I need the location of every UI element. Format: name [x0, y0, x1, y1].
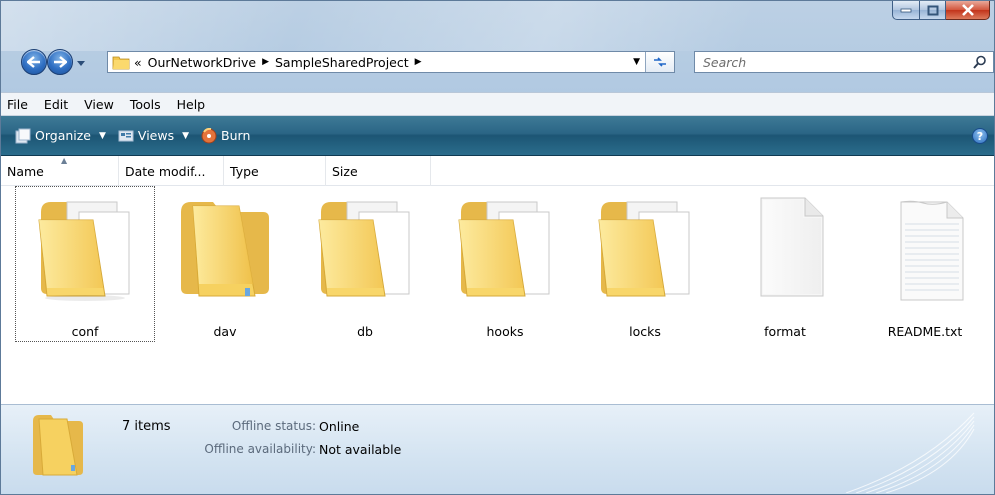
- views-icon: [118, 128, 134, 144]
- item-label: dav: [213, 324, 237, 339]
- explorer-window: « OurNetworkDrive ▶ SampleSharedProject …: [0, 0, 995, 495]
- column-size[interactable]: Size: [326, 156, 431, 186]
- caption-buttons: [892, 1, 990, 22]
- organize-icon: [15, 128, 31, 144]
- folder-icon: [33, 192, 137, 302]
- forward-button[interactable]: [47, 49, 73, 75]
- maximize-button[interactable]: [920, 1, 946, 20]
- refresh-button[interactable]: [645, 52, 674, 72]
- recent-pages-dropdown[interactable]: [75, 57, 87, 69]
- breadcrumb-ournetworkdrive[interactable]: OurNetworkDrive: [148, 55, 256, 70]
- file-list: conf dav db hooks locks format README.tx…: [1, 186, 994, 404]
- list-item[interactable]: hooks: [435, 186, 575, 342]
- burn-disc-icon: [201, 127, 217, 144]
- command-bar: Organize ▼ Views ▼ Burn ?: [1, 116, 994, 156]
- item-label: locks: [629, 324, 661, 339]
- item-label: format: [764, 324, 806, 339]
- address-bar[interactable]: « OurNetworkDrive ▶ SampleSharedProject …: [107, 51, 675, 73]
- breadcrumb-samplesharedproject[interactable]: SampleSharedProject: [275, 55, 409, 70]
- address-overflow[interactable]: «: [134, 55, 142, 70]
- menu-bar: File Edit View Tools Help: [1, 92, 994, 116]
- menu-edit[interactable]: Edit: [36, 97, 76, 112]
- folder-icon: [593, 192, 697, 302]
- views-button[interactable]: Views ▼: [118, 128, 189, 144]
- minimize-button[interactable]: [892, 1, 920, 20]
- breadcrumb-separator-icon[interactable]: ▶: [415, 57, 422, 67]
- menu-file[interactable]: File: [1, 97, 36, 112]
- list-item[interactable]: README.txt: [855, 186, 994, 342]
- item-count: 7 items: [122, 419, 171, 434]
- folder-icon: [173, 192, 277, 302]
- chevron-down-icon: ▼: [99, 130, 106, 141]
- arrow-left-icon: [27, 56, 40, 68]
- organize-button[interactable]: Organize ▼: [15, 128, 106, 144]
- menu-help[interactable]: Help: [169, 97, 214, 112]
- file-icon: [733, 192, 837, 302]
- details-pane: 7 items Offline status: Online Offline a…: [1, 404, 994, 494]
- chevron-down-icon: [77, 60, 85, 66]
- folder-icon: [453, 192, 557, 302]
- column-date-modified[interactable]: Date modif...: [119, 156, 224, 186]
- organize-label: Organize: [35, 128, 91, 143]
- list-item[interactable]: db: [295, 186, 435, 342]
- back-button[interactable]: [21, 49, 47, 75]
- list-item[interactable]: format: [715, 186, 855, 342]
- menu-view[interactable]: View: [76, 97, 122, 112]
- text-file-icon: [873, 192, 977, 302]
- decorative-glow: [845, 412, 975, 493]
- list-item[interactable]: conf: [15, 186, 155, 342]
- help-icon[interactable]: ?: [972, 128, 988, 144]
- arrow-right-icon: [54, 56, 67, 68]
- folder-icon: [112, 55, 130, 70]
- burn-label: Burn: [221, 128, 251, 143]
- folder-icon: [29, 411, 85, 477]
- search-placeholder: Search: [703, 54, 747, 70]
- item-label: conf: [71, 324, 99, 339]
- column-name[interactable]: Name: [1, 156, 119, 186]
- offline-availability-label: Offline availability:: [204, 442, 316, 456]
- item-label: db: [357, 324, 373, 339]
- views-label: Views: [137, 128, 175, 143]
- search-input[interactable]: Search: [694, 51, 994, 73]
- refresh-icon: [654, 57, 666, 67]
- list-item[interactable]: locks: [575, 186, 715, 342]
- burn-button[interactable]: Burn: [201, 127, 251, 144]
- item-label: README.txt: [887, 324, 963, 339]
- address-row: « OurNetworkDrive ▶ SampleSharedProject …: [1, 45, 994, 79]
- folder-icon: [313, 192, 417, 302]
- column-type[interactable]: Type: [224, 156, 326, 186]
- offline-status-label: Offline status:: [231, 419, 316, 433]
- item-label: hooks: [486, 324, 524, 339]
- address-dropdown-icon[interactable]: ▼: [633, 57, 640, 67]
- chevron-down-icon: ▼: [182, 130, 190, 141]
- list-item[interactable]: dav: [155, 186, 295, 342]
- offline-status-value: Online: [319, 419, 360, 434]
- close-button[interactable]: [946, 1, 990, 20]
- breadcrumb-separator-icon[interactable]: ▶: [262, 57, 269, 67]
- menu-tools[interactable]: Tools: [122, 97, 169, 112]
- column-headers: ▲ Name Date modif... Type Size: [1, 156, 994, 186]
- search-icon[interactable]: [973, 55, 987, 72]
- offline-availability-value: Not available: [319, 442, 402, 457]
